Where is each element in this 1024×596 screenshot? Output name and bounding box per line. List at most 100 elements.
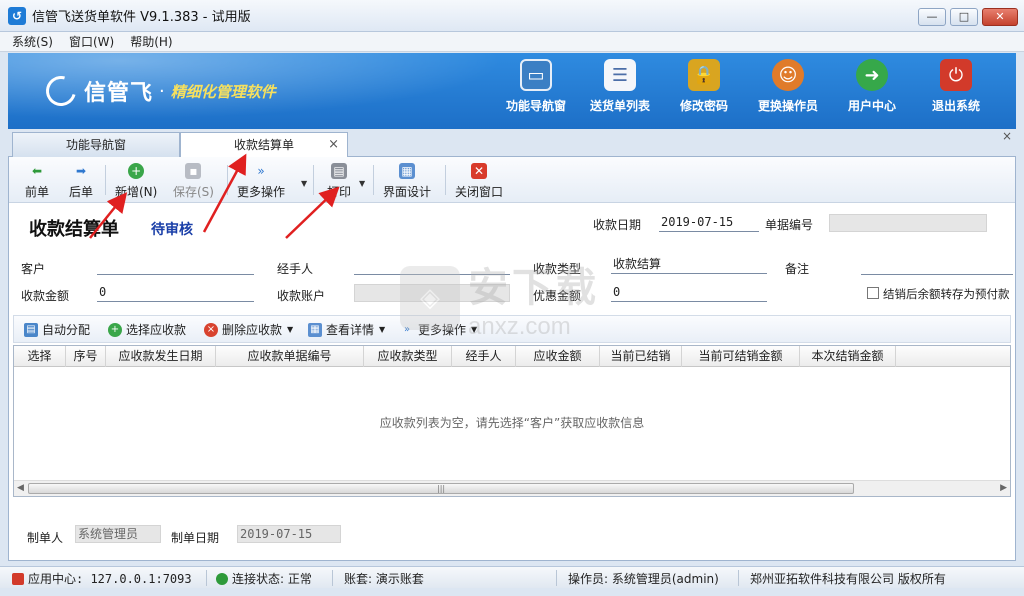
print-button[interactable]: ▤ 打印 xyxy=(327,163,351,201)
discount-field[interactable]: 0 xyxy=(611,284,767,302)
prepay-checkbox[interactable] xyxy=(867,287,879,299)
view-detail-button[interactable]: ▦ 查看详情 ▼ xyxy=(308,321,385,338)
window-title: 信管飞送货单软件 V9.1.383 - 试用版 xyxy=(32,10,251,25)
close-window-button[interactable]: ✕ xyxy=(982,8,1018,26)
brand-name: 信管飞 xyxy=(84,81,154,106)
app-center-icon xyxy=(12,572,24,585)
create-date-label: 制单日期 xyxy=(171,531,220,545)
remark-field[interactable] xyxy=(861,257,1013,275)
disk-icon: ▪ xyxy=(185,163,202,179)
plus-icon: + xyxy=(128,163,145,179)
detail-dropdown-icon[interactable]: ▼ xyxy=(379,325,385,334)
scrollbar-thumb[interactable]: ||| xyxy=(28,483,854,494)
create-date-field: 2019-07-15 xyxy=(237,525,341,543)
col-type[interactable]: 应收款类型 xyxy=(364,346,452,367)
col-date[interactable]: 应收款发生日期 xyxy=(106,346,216,367)
status-connection: 连接状态: 正常 xyxy=(216,570,312,587)
menu-help[interactable]: 帮助(H) xyxy=(130,33,172,50)
print-dropdown-icon[interactable]: ▼ xyxy=(359,179,365,188)
creator-field: 系统管理员 xyxy=(75,525,161,543)
user-icon: ☺ xyxy=(772,59,804,91)
layout-icon: ▦ xyxy=(399,163,415,179)
empty-table-message: 应收款列表为空，请先选择“客户”获取应收款信息 xyxy=(379,416,645,430)
nav-change-password[interactable]: 🔒 修改密码 xyxy=(664,59,744,114)
brand-logo: 信管飞 · 精细化管理软件 xyxy=(40,70,276,112)
title-bar: ↺ 信管飞送货单软件 V9.1.383 - 试用版 — □ ✕ xyxy=(0,0,1024,32)
nav-delivery-list[interactable]: ☰ 送货单列表 xyxy=(580,59,660,114)
col-available[interactable]: 当前可结销金额 xyxy=(682,346,800,367)
receivable-table: 选择 序号 应收款发生日期 应收款单据编号 应收款类型 经手人 应收金额 当前已… xyxy=(13,345,1011,497)
tab-function-navigator[interactable]: 功能导航窗 xyxy=(12,132,180,157)
customer-field[interactable] xyxy=(97,257,254,275)
account-select[interactable] xyxy=(354,284,510,302)
brand-slogan: 精细化管理软件 xyxy=(170,82,276,101)
globe-icon: ➜ xyxy=(856,59,888,91)
col-current[interactable]: 本次结销金额 xyxy=(800,346,896,367)
receipt-settlement-panel: ⬅ 前单 ➡ 后单 + 新增(N) ▪ 保存(S) » 更多操作 ▼ ▤ 打印 … xyxy=(8,157,1016,561)
select-receivable-button[interactable]: + 选择应收款 xyxy=(108,321,186,338)
account-label: 收款账户 xyxy=(277,289,326,303)
receipt-date-field[interactable]: 2019-07-15 xyxy=(659,214,759,232)
more-actions-button[interactable]: » 更多操作 xyxy=(237,163,285,201)
customer-label: 客户 xyxy=(21,262,46,276)
menu-system[interactable]: 系统(S) xyxy=(12,33,53,50)
new-button[interactable]: + 新增(N) xyxy=(115,163,157,201)
nav-switch-operator[interactable]: ☺ 更换操作员 xyxy=(748,59,828,114)
doc-number-field xyxy=(829,214,987,232)
arrow-left-icon: ⬅ xyxy=(31,164,43,178)
more-actions-dropdown-icon[interactable]: ▼ xyxy=(301,179,307,188)
close-all-tabs-icon[interactable]: × xyxy=(1002,129,1012,143)
amount-label: 收款金额 xyxy=(21,289,70,303)
doc-number-label: 单据编号 xyxy=(765,218,814,232)
close-icon: ✕ xyxy=(471,163,487,179)
list-icon: ☰ xyxy=(604,59,636,91)
status-bar: 应用中心: 127.0.0.1:7093 连接状态: 正常 账套: 演示账套 操… xyxy=(0,566,1024,588)
double-chevron-down-icon: » xyxy=(257,164,265,178)
col-receivable-amount[interactable]: 应收金额 xyxy=(516,346,600,367)
logo-mark-icon xyxy=(40,70,82,112)
power-icon: ⏻ xyxy=(940,59,972,91)
double-chevron-down-icon: » xyxy=(403,324,411,335)
sub-more-dropdown-icon[interactable]: ▼ xyxy=(471,325,477,334)
remark-label: 备注 xyxy=(785,262,810,276)
nav-user-center[interactable]: ➜ 用户中心 xyxy=(832,59,912,114)
col-seq[interactable]: 序号 xyxy=(66,346,106,367)
next-doc-button[interactable]: ➡ 后单 xyxy=(69,163,93,201)
nav-function-navigator[interactable]: ▭ 功能导航窗 xyxy=(496,59,576,114)
handler-field[interactable] xyxy=(354,257,510,275)
delete-receivable-button[interactable]: × 删除应收款 ▼ xyxy=(204,321,293,338)
receipt-type-select[interactable]: 收款结算 xyxy=(611,256,767,274)
scroll-left-icon[interactable]: ◀ xyxy=(17,483,24,493)
delete-dropdown-icon[interactable]: ▼ xyxy=(287,325,293,334)
detail-icon: ▦ xyxy=(308,322,322,337)
discount-label: 优惠金额 xyxy=(533,289,582,303)
menu-bar: 系统(S) 窗口(W) 帮助(H) xyxy=(0,32,1024,52)
maximize-button[interactable]: □ xyxy=(950,8,978,26)
creator-label: 制单人 xyxy=(27,531,64,545)
sub-more-actions-button[interactable]: » 更多操作 ▼ xyxy=(400,321,477,338)
scroll-right-icon[interactable]: ▶ xyxy=(1000,483,1007,493)
tab-strip: 功能导航窗 收款结算单 × × xyxy=(8,129,1016,158)
menu-window[interactable]: 窗口(W) xyxy=(69,33,114,50)
receipt-date-label: 收款日期 xyxy=(593,218,642,232)
arrow-right-icon: ➡ xyxy=(75,164,87,178)
page-title: 收款结算单 xyxy=(29,219,119,240)
amount-field[interactable]: 0 xyxy=(97,284,254,302)
col-doc-no[interactable]: 应收款单据编号 xyxy=(216,346,364,367)
auto-assign-button[interactable]: ▤ 自动分配 xyxy=(24,321,90,338)
save-button[interactable]: ▪ 保存(S) xyxy=(173,163,214,201)
tab-receipt-settlement[interactable]: 收款结算单 × xyxy=(180,132,348,158)
close-window-tool-button[interactable]: ✕ 关闭窗口 xyxy=(455,163,503,201)
status-operator: 操作员: 系统管理员(admin) xyxy=(568,572,719,586)
prev-doc-button[interactable]: ⬅ 前单 xyxy=(25,163,49,201)
tab-close-icon[interactable]: × xyxy=(328,133,339,157)
col-select[interactable]: 选择 xyxy=(14,346,66,367)
status-account-set: 账套: 演示账套 xyxy=(344,572,424,586)
col-settled[interactable]: 当前已结销 xyxy=(600,346,682,367)
minimize-button[interactable]: — xyxy=(918,8,946,26)
plus-icon: + xyxy=(108,322,122,337)
nav-exit-system[interactable]: ⏻ 退出系统 xyxy=(916,59,996,114)
horizontal-scrollbar[interactable]: ◀ ||| ▶ xyxy=(14,480,1010,496)
col-handler[interactable]: 经手人 xyxy=(452,346,516,367)
layout-design-button[interactable]: ▦ 界面设计 xyxy=(383,163,431,201)
